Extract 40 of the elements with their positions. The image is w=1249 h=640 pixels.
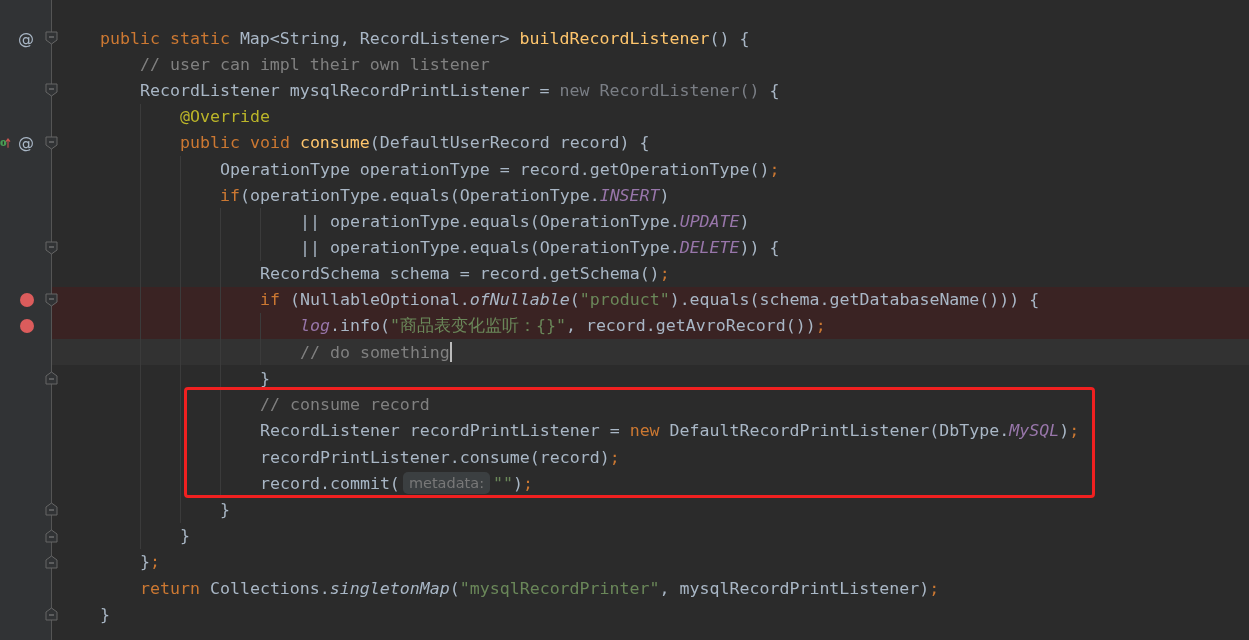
code-line: OperationType operationType = record.getOperationType(); <box>220 159 780 179</box>
breakpoint-icon[interactable] <box>20 319 34 334</box>
code-line: || operationType.equals(OperationType.DELETE)) { <box>300 238 780 258</box>
code-line: RecordListener mysqlRecordPrintListener = new RecordListener() { <box>140 80 780 100</box>
fold-marker-icon[interactable] <box>45 31 58 45</box>
code-line: }; <box>140 552 160 572</box>
fold-marker-icon[interactable] <box>45 528 58 543</box>
code-line: } <box>180 526 190 546</box>
code-line: // user can impl their own listener <box>140 54 490 74</box>
code-line: if (NullableOptional.ofNullable("product").equals(schema.getDatabaseName())) { <box>260 290 1040 310</box>
annotation-gutter-icon[interactable]: @ <box>18 28 34 48</box>
fold-marker-icon[interactable] <box>45 83 58 98</box>
fold-marker-icon[interactable] <box>45 371 58 386</box>
code-line: return Collections.singletonMap("mysqlRecordPrinter", mysqlRecordPrintListener); <box>140 578 940 598</box>
code-line: if(operationType.equals(OperationType.INSERT) <box>220 185 670 205</box>
code-line: ""); <box>493 473 534 493</box>
code-line: || operationType.equals(OperationType.UPDATE) <box>300 211 750 231</box>
fold-marker-icon[interactable] <box>45 502 58 517</box>
fold-marker-icon[interactable] <box>45 607 58 622</box>
parameter-hint: metadata: <box>402 472 491 495</box>
fold-marker-icon[interactable] <box>45 292 58 307</box>
annotation-gutter-icon[interactable]: @ <box>18 133 34 153</box>
code-line: public void consume(DefaultUserRecord record) { <box>180 133 650 153</box>
code-line: } <box>220 499 230 519</box>
breakpoint-icon[interactable] <box>20 292 34 307</box>
code-line: record.commit( <box>260 473 400 493</box>
code-line: RecordSchema schema = record.getSchema(); <box>260 264 670 284</box>
code-line: public static Map<String, RecordListener> buildRecordListener() { <box>100 28 750 48</box>
code-editor[interactable] <box>0 0 1249 640</box>
code-line: // consume record <box>260 395 430 415</box>
fold-marker-icon[interactable] <box>45 135 58 150</box>
fold-marker-icon[interactable] <box>45 240 58 255</box>
code-line: @Override <box>180 107 270 127</box>
fold-marker-icon[interactable] <box>45 554 58 569</box>
code-line: } <box>100 604 110 624</box>
code-line: } <box>260 369 270 389</box>
code-line: RecordListener recordPrintListener = new DefaultRecordPrintListener(DbType.MySQL); <box>260 421 1080 441</box>
code-line: // do something <box>300 342 450 362</box>
code-line: recordPrintListener.consume(record); <box>260 447 620 467</box>
code-line: log.info("商品表变化监听：{}", record.getAvroRecord()); <box>300 315 826 338</box>
